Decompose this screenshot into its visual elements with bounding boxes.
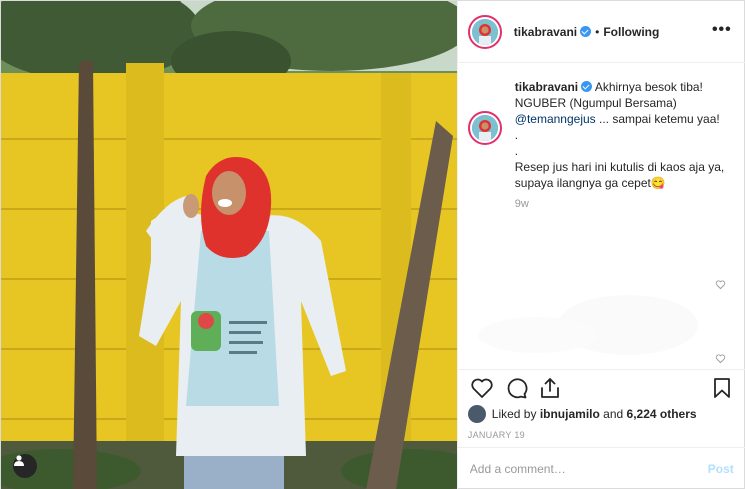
add-comment-bar: Post: [457, 447, 745, 489]
post-header: tikabravani • Following •••: [457, 1, 745, 63]
save-bookmark-icon[interactable]: [710, 376, 734, 400]
caption-avatar[interactable]: [467, 111, 502, 145]
share-icon[interactable]: [538, 376, 562, 400]
tagged-user-button[interactable]: [13, 454, 37, 478]
caption-mention-link[interactable]: @temanngejus: [515, 112, 596, 126]
caption-line-2: ... sampai ketemu yaa!: [595, 112, 720, 126]
author-username[interactable]: tikabravani: [514, 25, 592, 39]
liker-username[interactable]: ibnujamilo: [540, 407, 600, 421]
verified-badge-icon: [581, 81, 593, 92]
avatar-image: [471, 18, 498, 45]
author-avatar[interactable]: [467, 14, 502, 49]
post-actions-bar: [457, 369, 745, 403]
caption-dot-1: .: [514, 128, 519, 142]
header-separator: •: [595, 24, 600, 39]
caption-username[interactable]: tikabravani: [515, 80, 578, 94]
likes-prefix: Liked by: [491, 407, 537, 421]
caption-time-ago[interactable]: 9w: [515, 198, 529, 210]
verified-badge-icon: [580, 25, 592, 37]
comment-like-heart-icon[interactable]: [715, 353, 726, 364]
comment-like-heart-icon[interactable]: [715, 279, 726, 290]
post-date[interactable]: JANUARY 19: [468, 430, 525, 440]
instagram-post: tikabravani • Following ••• tikabravani …: [0, 0, 745, 489]
post-photo[interactable]: [1, 1, 457, 489]
likes-summary: Liked by ibnujamilo and 6,224 others: [467, 405, 697, 423]
caption-dot-2: .: [514, 144, 519, 158]
comment-bubble-icon[interactable]: [504, 376, 528, 400]
like-heart-icon[interactable]: [470, 376, 494, 400]
comments-section: tikabravani Akhirnya besok tiba! NGUBER …: [458, 63, 745, 369]
likes-connector: and: [603, 407, 624, 421]
following-button[interactable]: Following: [603, 25, 659, 39]
hidden-comment-placeholder: [477, 295, 698, 355]
caption-line-3: Resep jus hari ini kutulis di kaos aja y…: [514, 160, 725, 190]
user-icon: [14, 455, 24, 466]
more-options-icon[interactable]: •••: [712, 21, 732, 39]
likes-others-link[interactable]: 6,224 others: [627, 407, 697, 421]
liker-avatar[interactable]: [467, 405, 486, 423]
post-comment-button[interactable]: Post: [708, 462, 734, 476]
avatar-image: [471, 115, 498, 141]
post-caption: tikabravani Akhirnya besok tiba! NGUBER …: [515, 79, 740, 191]
photo-illustration: [1, 1, 457, 489]
post-side-panel: tikabravani • Following ••• tikabravani …: [456, 1, 745, 489]
add-comment-input[interactable]: [469, 462, 708, 476]
